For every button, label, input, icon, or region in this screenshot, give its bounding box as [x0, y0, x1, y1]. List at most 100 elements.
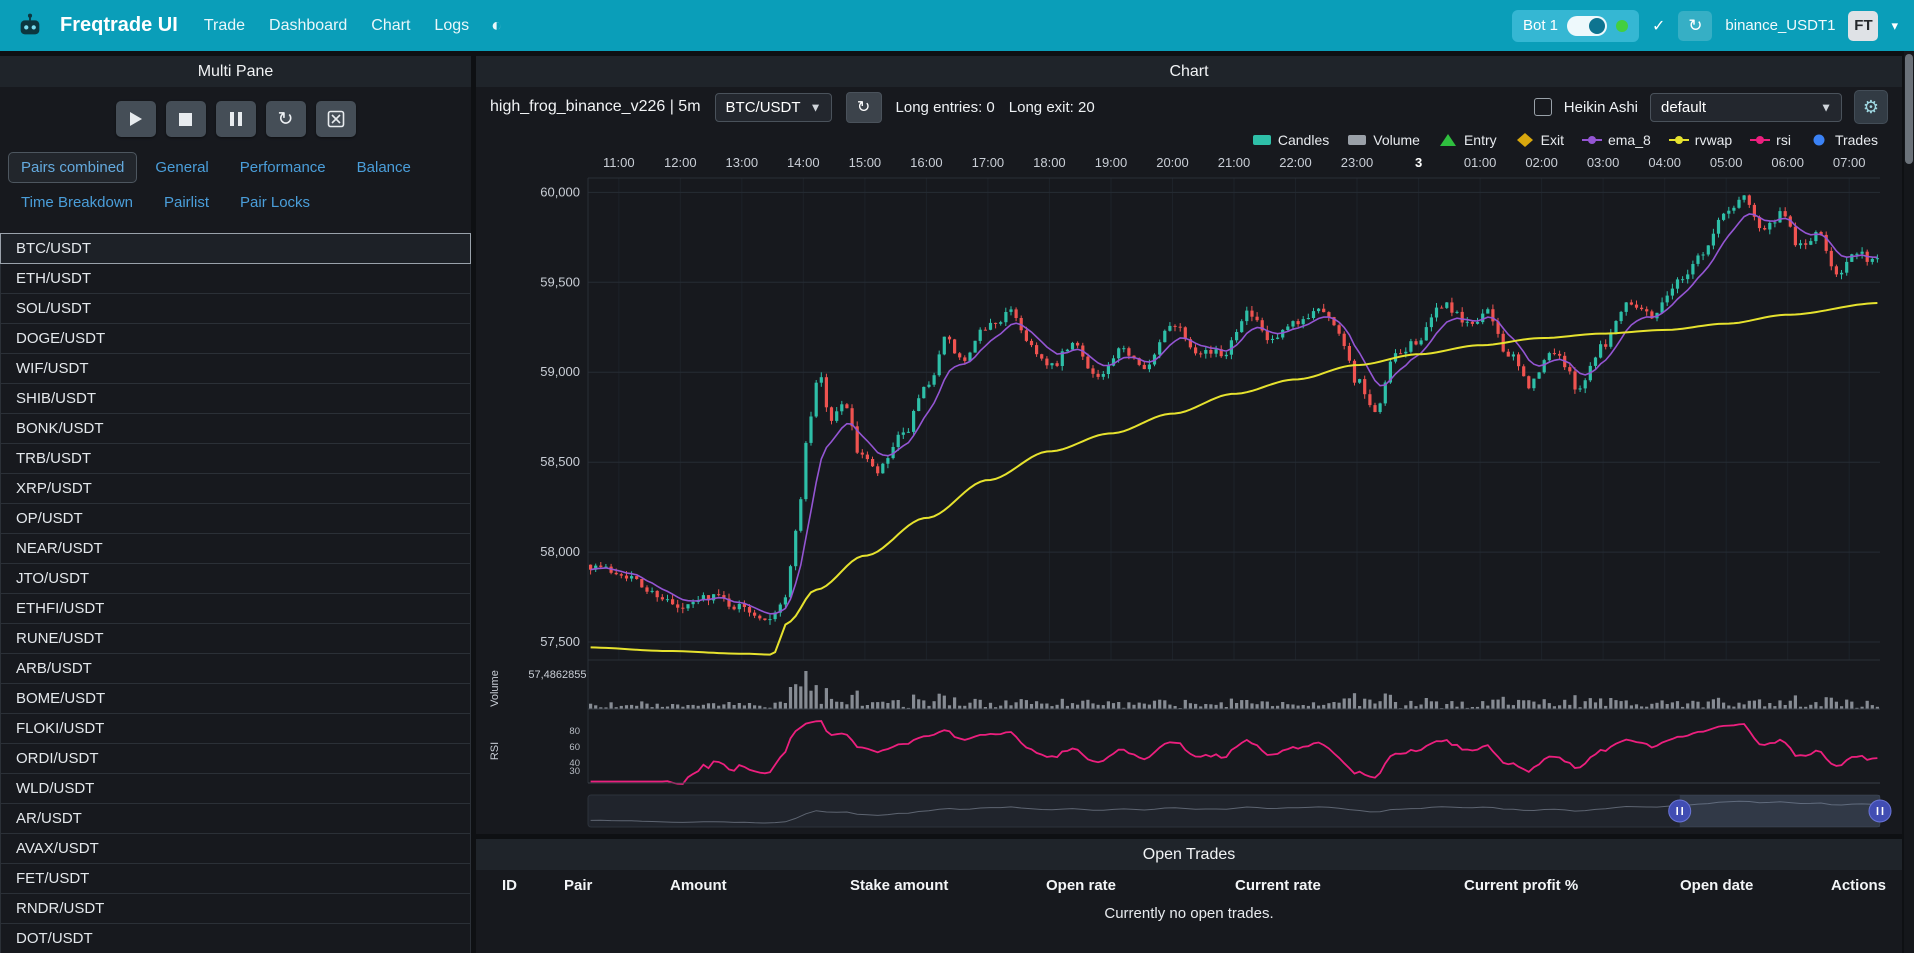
candles-swatch-icon — [1252, 132, 1272, 148]
start-button[interactable] — [116, 101, 156, 137]
pair-row-trb-usdt[interactable]: TRB/USDT — [0, 443, 471, 474]
svg-text:59,000: 59,000 — [540, 364, 580, 379]
bot-name: Bot 1 — [1523, 17, 1558, 34]
reload-config-button[interactable]: ↻ — [266, 101, 306, 137]
pair-select[interactable]: BTC/USDT ▼ — [715, 93, 832, 122]
pair-row-arb-usdt[interactable]: ARB/USDT — [0, 653, 471, 684]
col-current-rate: Current rate — [1235, 877, 1464, 894]
nav-link-chart[interactable]: Chart — [371, 17, 410, 35]
account-name: binance_USDT1 — [1725, 17, 1835, 34]
tab-balance[interactable]: Balance — [344, 152, 424, 183]
bot-selector[interactable]: Bot 1 — [1512, 10, 1639, 42]
chevron-down-icon[interactable]: ▾ — [1891, 18, 1898, 34]
pair-row-wif-usdt[interactable]: WIF/USDT — [0, 353, 471, 384]
legend-item-trades[interactable]: Trades — [1809, 132, 1878, 148]
main-content: Multi Pane ↻ Pairs combinedGeneralPerfor… — [0, 51, 1914, 953]
plot-config-select[interactable]: default ▼ — [1650, 93, 1842, 122]
gear-icon[interactable]: ⚙ — [1854, 90, 1888, 124]
nav-link-logs[interactable]: Logs — [434, 17, 469, 35]
svg-text:60: 60 — [569, 742, 580, 753]
legend-item-entry[interactable]: Entry — [1438, 132, 1497, 148]
tab-general[interactable]: General — [142, 152, 221, 183]
svg-text:30: 30 — [569, 766, 580, 777]
legend-label: ema_8 — [1608, 132, 1651, 148]
chart-x-icon — [327, 110, 345, 128]
svg-text:05:00: 05:00 — [1710, 155, 1743, 170]
check-icon[interactable]: ✓ — [1652, 16, 1665, 36]
multi-pane-panel: Multi Pane ↻ Pairs combinedGeneralPerfor… — [0, 56, 471, 953]
pair-select-value: BTC/USDT — [726, 99, 801, 116]
tab-pair-locks[interactable]: Pair Locks — [227, 187, 323, 218]
svg-text:18:00: 18:00 — [1033, 155, 1066, 170]
tab-time-breakdown[interactable]: Time Breakdown — [8, 187, 146, 218]
pair-row-rndr-usdt[interactable]: RNDR/USDT — [0, 893, 471, 924]
legend-item-candles[interactable]: Candles — [1252, 132, 1329, 148]
pause-button[interactable] — [216, 101, 256, 137]
legend-label: rsi — [1776, 132, 1791, 148]
open-trades-title: Open Trades — [476, 839, 1902, 870]
pair-row-ordi-usdt[interactable]: ORDI/USDT — [0, 743, 471, 774]
tab-pairlist[interactable]: Pairlist — [151, 187, 222, 218]
avatar[interactable]: FT — [1848, 11, 1878, 41]
svg-text:19:00: 19:00 — [1095, 155, 1128, 170]
svg-text:07:00: 07:00 — [1833, 155, 1866, 170]
nav-link-dashboard[interactable]: Dashboard — [269, 17, 347, 35]
pair-row-bonk-usdt[interactable]: BONK/USDT — [0, 413, 471, 444]
nav-link-trade[interactable]: Trade — [204, 17, 245, 35]
col-open-date: Open date — [1680, 877, 1831, 894]
entry-swatch-icon — [1438, 132, 1458, 148]
legend-item-exit[interactable]: Exit — [1515, 132, 1564, 148]
chevron-down-icon: ▼ — [810, 101, 822, 115]
pair-row-eth-usdt[interactable]: ETH/USDT — [0, 263, 471, 294]
bot-toggle[interactable] — [1567, 16, 1607, 36]
pair-row-rune-usdt[interactable]: RUNE/USDT — [0, 623, 471, 654]
pair-row-ar-usdt[interactable]: AR/USDT — [0, 803, 471, 834]
pair-row-sol-usdt[interactable]: SOL/USDT — [0, 293, 471, 324]
chart-legend: Candles Volume Entry Exit ema_8 rvwap rsi Trade… — [476, 127, 1902, 152]
pair-row-floki-usdt[interactable]: FLOKI/USDT — [0, 713, 471, 744]
legend-item-ema-8[interactable]: ema_8 — [1582, 132, 1651, 148]
theme-toggle-icon[interactable]: ◐ — [491, 15, 502, 36]
pair-row-wld-usdt[interactable]: WLD/USDT — [0, 773, 471, 804]
pair-row-doge-usdt[interactable]: DOGE/USDT — [0, 323, 471, 354]
col-stake-amount: Stake amount — [850, 877, 1046, 894]
reload-bot-button[interactable]: ↻ — [1678, 11, 1712, 41]
pair-row-ethfi-usdt[interactable]: ETHFI/USDT — [0, 593, 471, 624]
pane-tabs-row1: Pairs combinedGeneralPerformanceBalance — [0, 150, 471, 185]
stop-icon — [179, 113, 192, 126]
pair-row-near-usdt[interactable]: NEAR/USDT — [0, 533, 471, 564]
legend-item-rsi[interactable]: rsi — [1750, 132, 1791, 148]
legend-item-rvwap[interactable]: rvwap — [1669, 132, 1732, 148]
svg-text:21:00: 21:00 — [1218, 155, 1251, 170]
scrollbar-thumb[interactable] — [1905, 54, 1913, 164]
tab-pairs-combined[interactable]: Pairs combined — [8, 152, 137, 183]
col-open-rate: Open rate — [1046, 877, 1235, 894]
pair-row-bome-usdt[interactable]: BOME/USDT — [0, 683, 471, 714]
pair-row-xrp-usdt[interactable]: XRP/USDT — [0, 473, 471, 504]
stop-button[interactable] — [166, 101, 206, 137]
pair-row-op-usdt[interactable]: OP/USDT — [0, 503, 471, 534]
tab-performance[interactable]: Performance — [227, 152, 339, 183]
svg-text:59,500: 59,500 — [540, 274, 580, 289]
pair-row-jto-usdt[interactable]: JTO/USDT — [0, 563, 471, 594]
pair-row-avax-usdt[interactable]: AVAX/USDT — [0, 833, 471, 864]
heikin-ashi-checkbox[interactable] — [1534, 98, 1552, 116]
candlestick-chart[interactable]: 11:0012:0013:0014:0015:0016:0017:0018:00… — [476, 152, 1902, 834]
pair-row-btc-usdt[interactable]: BTC/USDT — [0, 233, 471, 264]
rvwap-swatch-icon — [1669, 132, 1689, 148]
navbar: Freqtrade UI TradeDashboardChartLogs ◐ B… — [0, 0, 1914, 51]
svg-text:13:00: 13:00 — [726, 155, 759, 170]
col-pair: Pair — [564, 877, 670, 894]
svg-text:02:00: 02:00 — [1525, 155, 1558, 170]
ema-8-swatch-icon — [1582, 132, 1602, 148]
svg-text:60,000: 60,000 — [540, 184, 580, 199]
refresh-chart-button[interactable]: ↻ — [846, 92, 882, 123]
clear-chart-button[interactable] — [316, 101, 356, 137]
pair-row-fet-usdt[interactable]: FET/USDT — [0, 863, 471, 894]
pair-row-dot-usdt[interactable]: DOT/USDT — [0, 923, 471, 953]
legend-label: Trades — [1835, 132, 1878, 148]
svg-text:80: 80 — [569, 726, 580, 737]
legend-item-volume[interactable]: Volume — [1347, 132, 1420, 148]
legend-label: Entry — [1464, 132, 1497, 148]
pair-row-shib-usdt[interactable]: SHIB/USDT — [0, 383, 471, 414]
